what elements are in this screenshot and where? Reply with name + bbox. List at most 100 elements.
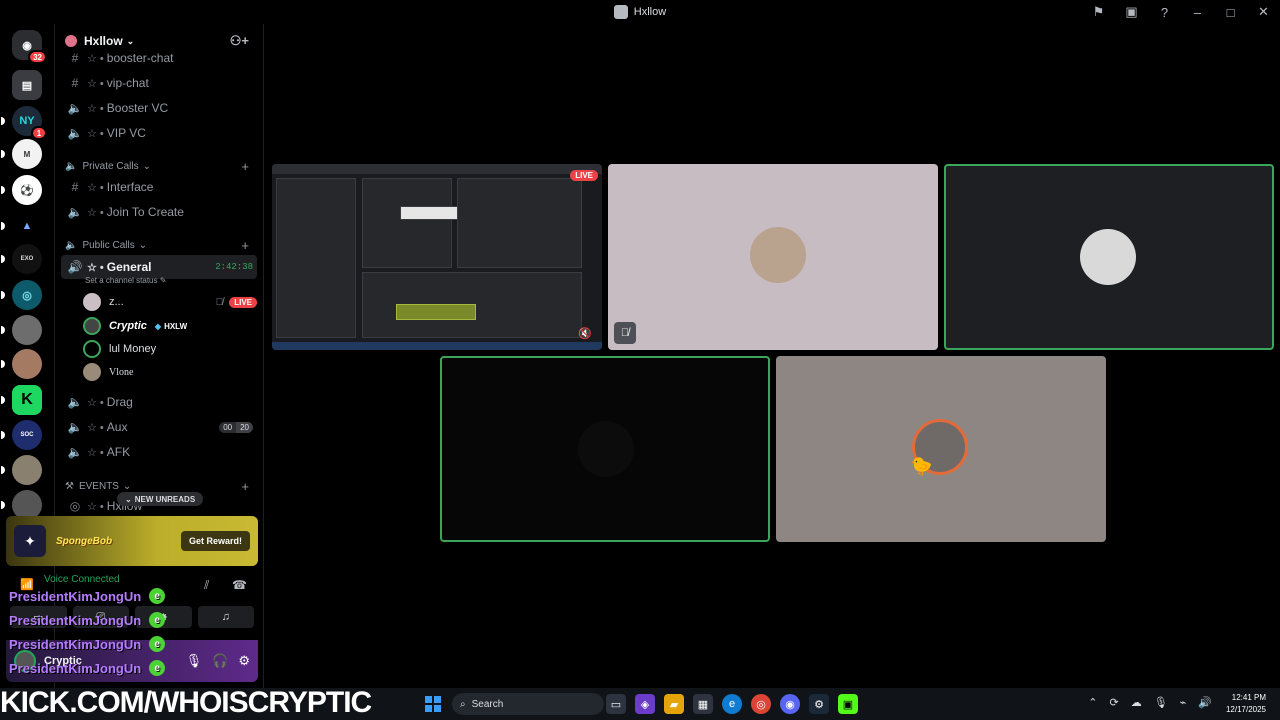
channel-join-to-create[interactable]: 🔈 ☆ • Join To Create [61, 200, 257, 224]
server-pfp-2[interactable] [1, 349, 42, 379]
star-icon: ☆ • [87, 446, 104, 459]
server-controller[interactable]: ◎ [1, 280, 42, 310]
pencil-icon: ✎ [159, 276, 167, 285]
stream-preview-clip [396, 304, 476, 320]
participant-tile[interactable]: 🐤 [776, 356, 1106, 542]
overlay-line: PresidentKimJongUn e [9, 584, 249, 608]
new-unreads-pill[interactable]: ⌄ NEW UNREADS [117, 492, 204, 506]
server-archive[interactable]: ▤ [12, 70, 42, 100]
server-arrow[interactable]: ▲ [1, 211, 42, 241]
server-exodus[interactable]: EXO [1, 244, 42, 274]
hammer-icon: ⚒ [65, 480, 74, 492]
minimize-button[interactable]: – [1181, 0, 1214, 24]
server-money[interactable]: M [1, 139, 42, 169]
overlay-username: PresidentKimJongUn [9, 660, 142, 676]
speaker-icon: 🔈 [65, 239, 78, 251]
channel-interface[interactable]: # ☆ • Interface [61, 175, 257, 199]
channel-booster-vc[interactable]: 🔈 ☆ • Booster VC [61, 96, 257, 120]
server-soccer[interactable]: ⚽ [1, 175, 42, 205]
file-explorer-icon[interactable]: ▰ [664, 694, 684, 714]
create-channel-icon[interactable]: + [241, 238, 249, 253]
user-count: 00 [219, 421, 237, 433]
speaker-icon: 🔈 [67, 205, 83, 219]
unread-pip [1, 360, 5, 368]
category-private-calls[interactable]: 🔈 Private Calls ⌄ + [65, 158, 257, 174]
voice-user-name: Vlone [109, 366, 134, 378]
home-badge: 32 [28, 50, 47, 64]
avatar [83, 293, 101, 311]
channel-label: Join To Create [106, 205, 184, 219]
maximize-button[interactable]: □ [1214, 0, 1247, 24]
discord-taskbar-icon[interactable]: ◉ [780, 694, 800, 714]
channel-drag[interactable]: 🔈 ☆ • Drag [61, 390, 257, 414]
microphone-icon[interactable]: 🎙 [1154, 696, 1168, 709]
channel-vip-vc[interactable]: 🔈 ☆ • VIP VC [61, 121, 257, 145]
task-view-icon[interactable]: ▭ [606, 694, 626, 714]
chrome-icon[interactable]: ◎ [751, 694, 771, 714]
clock[interactable]: 12:41 PM 12/17/2025 [1226, 692, 1266, 716]
participant-tile[interactable] [944, 164, 1274, 350]
channel-vip-chat[interactable]: # ☆ • vip-chat [61, 71, 257, 95]
window-controls: ⚑ ▣ ? – □ ✕ [1082, 0, 1280, 24]
ny-badge: 1 [31, 126, 47, 140]
get-reward-button[interactable]: Get Reward! [180, 531, 250, 551]
edge-icon[interactable]: e [722, 694, 742, 714]
promo-banner: ✦ SpongeBob Get Reward! [6, 516, 258, 566]
unread-pip [1, 466, 5, 474]
server-social[interactable]: SOC [1, 420, 42, 450]
voice-user[interactable]: Cryptic ◆ HXLW [83, 315, 257, 337]
copilot-icon[interactable]: ◈ [635, 694, 655, 714]
star-icon: ☆ • [87, 127, 104, 140]
star-icon: ☆ • [87, 52, 104, 65]
steam-icon[interactable]: ⚙ [809, 694, 829, 714]
pinned-apps: ▭ ◈ ▰ ▦ e ◎ ◉ ⚙ ▣ [606, 694, 858, 714]
voice-user[interactable]: lul Money [83, 338, 257, 360]
stream-tile[interactable]: LIVE 🔇 [272, 164, 602, 350]
sync-icon[interactable]: ⟳ [1109, 696, 1118, 709]
chevron-up-icon[interactable]: ⌃ [1088, 696, 1097, 709]
participant-tile[interactable]: 🎙̸ [608, 164, 938, 350]
speaker-muted-icon[interactable]: 🔇 [578, 327, 592, 340]
speaker-icon: 🔈 [65, 160, 78, 172]
participant-tile[interactable] [440, 356, 770, 542]
cloud-icon[interactable]: ☁ [1131, 696, 1142, 709]
channel-status-hint[interactable]: Set a channel status ✎ [85, 276, 166, 285]
store-icon[interactable]: ▦ [693, 694, 713, 714]
voice-user[interactable]: Vlone [83, 361, 257, 383]
create-channel-icon[interactable]: + [241, 159, 249, 174]
window-title-text: Hxllow [633, 6, 667, 18]
star-icon: ☆ • [87, 396, 104, 409]
unread-pip [1, 222, 5, 230]
flag-icon[interactable]: ⚑ [1082, 0, 1115, 24]
add-user-icon[interactable]: ⚇+ [230, 33, 249, 49]
home-button[interactable]: ◉ 32 [12, 30, 47, 64]
unread-pip [1, 291, 5, 299]
kick-icon[interactable]: ▣ [838, 694, 858, 714]
guild-icon [65, 35, 77, 47]
network-icon[interactable]: ⌁ [1180, 696, 1187, 709]
server-ny[interactable]: NY 1 [1, 106, 47, 140]
close-button[interactable]: ✕ [1247, 0, 1280, 24]
category-public-calls[interactable]: 🔈 Public Calls ⌄ + [65, 237, 257, 253]
server-pfp-3[interactable] [1, 455, 42, 485]
voice-user[interactable]: z... 🎙̸ LIVE [83, 291, 257, 313]
channel-booster-chat[interactable]: # ☆ • booster-chat [61, 48, 257, 68]
star-icon: ☆ • [87, 206, 104, 219]
speaker-icon: 🔊 [67, 260, 83, 274]
volume-icon[interactable]: 🔊 [1198, 696, 1212, 709]
inbox-icon[interactable]: ▣ [1115, 0, 1148, 24]
star-icon: ☆ • [87, 421, 104, 434]
taskbar-search[interactable]: ⌕ Search [452, 693, 604, 715]
server-pfp-1[interactable] [1, 315, 42, 345]
avatar [83, 363, 101, 381]
channel-afk[interactable]: 🔈 ☆ • AFK [61, 440, 257, 464]
channel-aux[interactable]: 🔈 ☆ • Aux 00 20 [61, 415, 257, 439]
title-bar: Hxllow ⚑ ▣ ? – □ ✕ [0, 0, 1280, 24]
avatar [83, 340, 101, 358]
star-icon: ☆ • [87, 102, 104, 115]
stream-preview-taskbar [272, 342, 602, 350]
create-channel-icon[interactable]: + [241, 479, 249, 494]
start-button[interactable] [425, 696, 441, 712]
server-kick[interactable]: K [1, 385, 42, 415]
help-icon[interactable]: ? [1148, 0, 1181, 24]
